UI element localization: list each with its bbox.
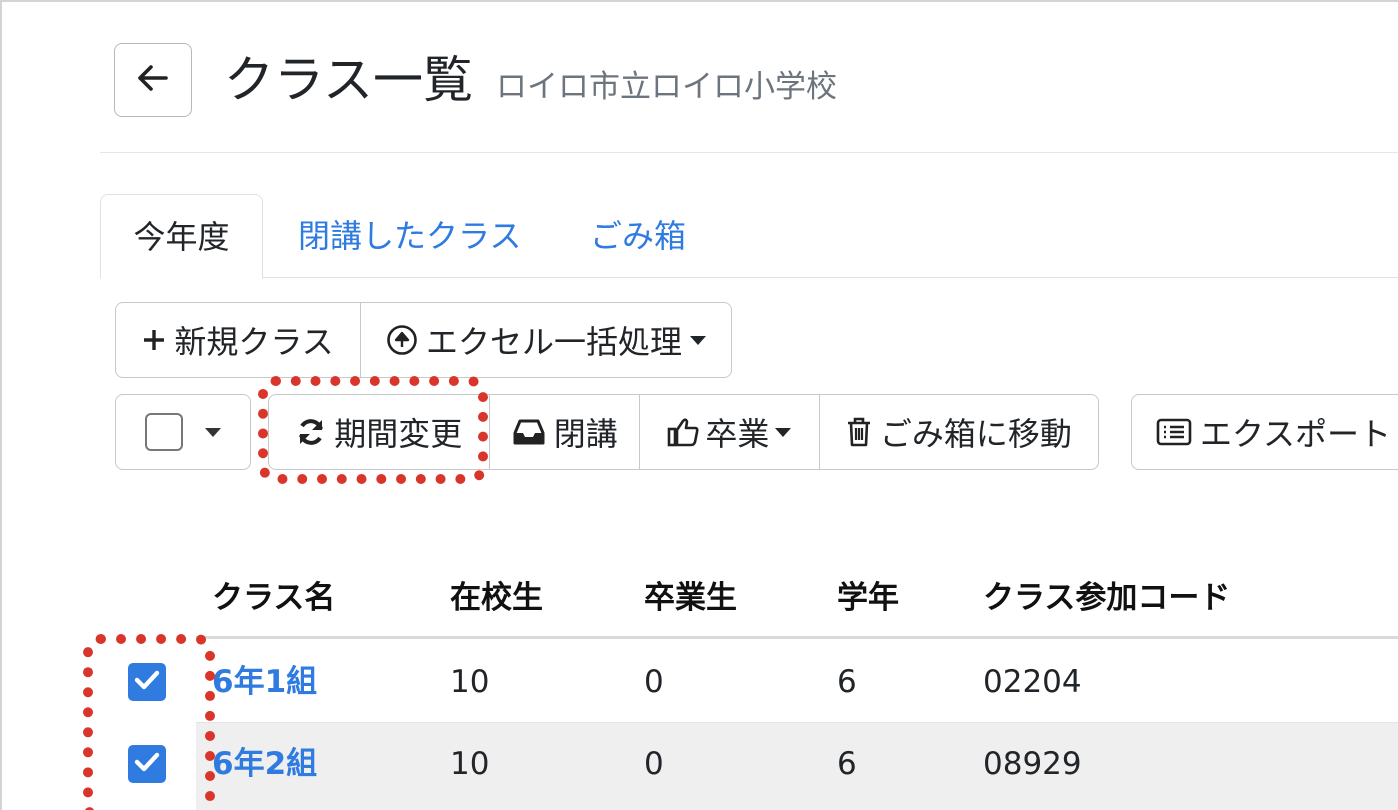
inbox-icon xyxy=(512,418,546,446)
column-header-join-code[interactable]: クラス参加コード xyxy=(983,572,1230,624)
graduate-label: 卒業 xyxy=(705,415,770,453)
new-class-label: 新規クラス xyxy=(174,323,334,361)
select-all-checkbox[interactable] xyxy=(145,413,183,451)
row-checkbox[interactable] xyxy=(128,745,166,783)
chevron-down-icon xyxy=(205,427,221,437)
check-icon xyxy=(133,668,161,696)
create-button-group: 新規クラス エクセル一括処理 xyxy=(115,302,732,378)
row-checkbox[interactable] xyxy=(128,663,166,701)
sync-icon xyxy=(296,417,326,447)
column-header-students[interactable]: 在校生 xyxy=(450,572,543,624)
divider xyxy=(100,152,1398,153)
tab-trash[interactable]: ごみ箱 xyxy=(590,194,686,278)
column-header-class-name[interactable]: クラス名 xyxy=(212,572,335,624)
join-code: 08929 xyxy=(983,746,1082,782)
move-to-trash-label: ごみ箱に移動 xyxy=(879,415,1072,453)
select-all-control[interactable] xyxy=(116,395,250,469)
export-group: エクスポート xyxy=(1131,394,1398,470)
close-class-label: 閉講 xyxy=(553,415,618,453)
students-count: 10 xyxy=(450,664,490,700)
graduate-dropdown[interactable]: 卒業 xyxy=(640,395,820,469)
column-header-graduates[interactable]: 卒業生 xyxy=(644,572,737,624)
check-icon xyxy=(133,750,161,778)
arrow-left-icon xyxy=(137,64,169,96)
table-row xyxy=(196,641,1398,723)
bulk-action-group: 期間変更 閉講 卒業 ごみ箱に移動 xyxy=(268,394,1099,470)
export-label: エクスポート xyxy=(1200,415,1392,453)
excel-bulk-dropdown[interactable]: エクセル一括処理 xyxy=(361,303,731,377)
table-header-divider xyxy=(196,636,1398,639)
trash-icon xyxy=(846,416,872,448)
grade-value: 6 xyxy=(837,746,857,782)
column-header-grade[interactable]: 学年 xyxy=(837,572,899,624)
school-name: ロイロ市立ロイロ小学校 xyxy=(496,69,837,105)
students-count: 10 xyxy=(450,746,490,782)
class-name-link[interactable]: 6年1組 xyxy=(212,641,317,723)
export-button[interactable]: エクスポート xyxy=(1132,395,1398,469)
thumbs-up-icon xyxy=(667,417,699,447)
select-all-dropdown[interactable] xyxy=(115,394,251,470)
plus-icon xyxy=(142,328,166,352)
graduates-count: 0 xyxy=(644,746,664,782)
list-icon xyxy=(1156,418,1192,446)
table-row xyxy=(196,723,1398,810)
upload-circle-icon xyxy=(386,324,418,356)
join-code: 02204 xyxy=(983,664,1082,700)
excel-bulk-label: エクセル一括処理 xyxy=(425,323,682,361)
tab-bar: 今年度 閉講したクラス ごみ箱 xyxy=(100,194,1398,279)
page-title: クラス一覧 xyxy=(224,51,473,109)
tab-current-year[interactable]: 今年度 xyxy=(100,194,263,279)
tab-closed-classes[interactable]: 閉講したクラス xyxy=(298,194,521,278)
new-class-button[interactable]: 新規クラス xyxy=(116,303,361,377)
back-button[interactable] xyxy=(114,43,192,117)
class-name-link[interactable]: 6年2組 xyxy=(212,723,317,805)
period-change-label: 期間変更 xyxy=(334,415,463,453)
grade-value: 6 xyxy=(837,664,857,700)
graduates-count: 0 xyxy=(644,664,664,700)
chevron-down-icon xyxy=(775,427,792,437)
period-change-button[interactable]: 期間変更 xyxy=(269,395,491,469)
move-to-trash-button[interactable]: ごみ箱に移動 xyxy=(820,395,1098,469)
chevron-down-icon xyxy=(690,335,706,345)
close-class-button[interactable]: 閉講 xyxy=(490,395,641,469)
